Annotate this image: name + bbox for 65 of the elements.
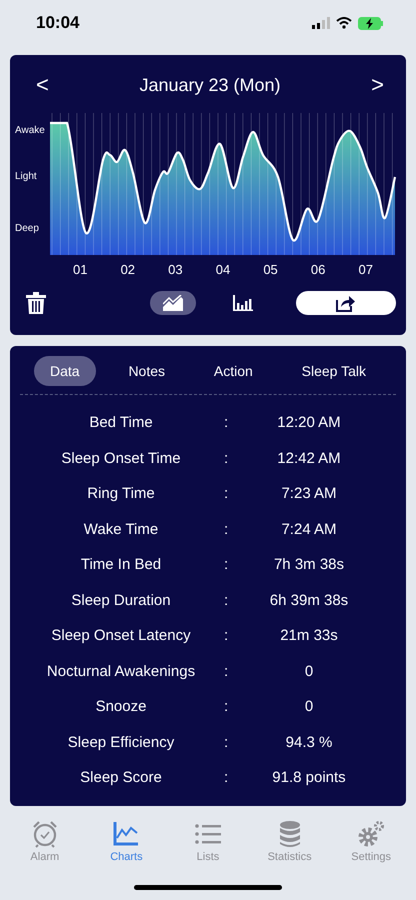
field-label: Ring Time — [86, 485, 156, 502]
field-label: Sleep Onset Time — [60, 450, 182, 467]
delete-button[interactable] — [26, 292, 46, 314]
separator-colon: : — [224, 698, 228, 716]
field-label: Nocturnal Awakenings — [46, 662, 196, 680]
axis-label: 01 — [73, 262, 88, 277]
field-label: Bed Time — [88, 414, 154, 432]
field-value: 91.8 points — [271, 769, 347, 786]
field-value: 94.3 % — [284, 734, 334, 751]
axis-label: 05 — [263, 262, 279, 277]
field-value: 6h 39m 38s — [268, 592, 350, 609]
tab-bar-item[interactable]: Charts — [90, 820, 162, 863]
tab[interactable]: Sleep Talk — [286, 356, 382, 386]
field-label: Sleep Duration — [70, 592, 172, 609]
separator-colon: : — [224, 769, 228, 786]
separator-colon: : — [224, 556, 228, 574]
axis-label: Awake — [15, 125, 45, 136]
signal-icon — [312, 17, 330, 29]
separator-colon: : — [224, 592, 228, 609]
wifi-icon — [336, 17, 352, 29]
field-value: 21m 33s — [279, 627, 339, 644]
field-label: Sleep Score — [79, 769, 163, 786]
field-value: 7h 3m 38s — [272, 556, 346, 574]
separator-colon: : — [224, 734, 228, 751]
field-value: 12:20 AM — [276, 414, 342, 432]
separator-colon: : — [224, 450, 228, 467]
separator-colon: : — [224, 627, 228, 644]
alarm-clock-icon — [30, 820, 59, 848]
share-icon — [336, 294, 356, 312]
gears-icon — [357, 820, 386, 848]
axis-label: Deep — [15, 223, 39, 234]
axis-label: 06 — [310, 262, 326, 277]
field-value: 7:24 AM — [280, 520, 338, 538]
field-label: Snooze — [94, 698, 148, 716]
line-chart-toggle[interactable] — [150, 291, 196, 315]
field-value: 0 — [304, 698, 314, 716]
date-title: January 23 (Mon) — [139, 74, 281, 96]
tab[interactable]: Data — [34, 356, 96, 386]
separator-colon: : — [224, 485, 228, 502]
separator-colon: : — [224, 662, 228, 680]
previous-day-button[interactable]: < — [32, 72, 53, 98]
separator-colon: : — [224, 414, 228, 432]
axis-label: 07 — [358, 262, 374, 277]
line-chart-icon — [163, 295, 183, 311]
separator-colon: : — [224, 520, 228, 538]
bar-chart-icon — [233, 295, 253, 311]
field-value: 0 — [304, 662, 314, 680]
next-day-button[interactable]: > — [367, 72, 388, 98]
trash-icon — [26, 292, 46, 314]
field-value: 12:42 AM — [276, 450, 342, 467]
axis-label: 03 — [168, 262, 184, 277]
tab[interactable]: Action — [198, 356, 269, 386]
field-label: Sleep Onset Latency — [50, 627, 192, 644]
axis-label: Light — [15, 171, 37, 182]
status-time: 10:04 — [36, 13, 80, 33]
axis-label: 02 — [120, 262, 136, 277]
field-label: Wake Time — [82, 520, 160, 538]
field-label: Sleep Efficiency — [66, 734, 176, 751]
field-label: Time In Bed — [80, 556, 162, 574]
battery-charging-icon — [358, 16, 384, 30]
field-value: 7:23 AM — [280, 485, 338, 502]
chart-icon — [112, 820, 140, 848]
tab[interactable]: Notes — [112, 356, 182, 386]
axis-label: 04 — [216, 262, 232, 277]
share-button[interactable] — [296, 291, 396, 315]
